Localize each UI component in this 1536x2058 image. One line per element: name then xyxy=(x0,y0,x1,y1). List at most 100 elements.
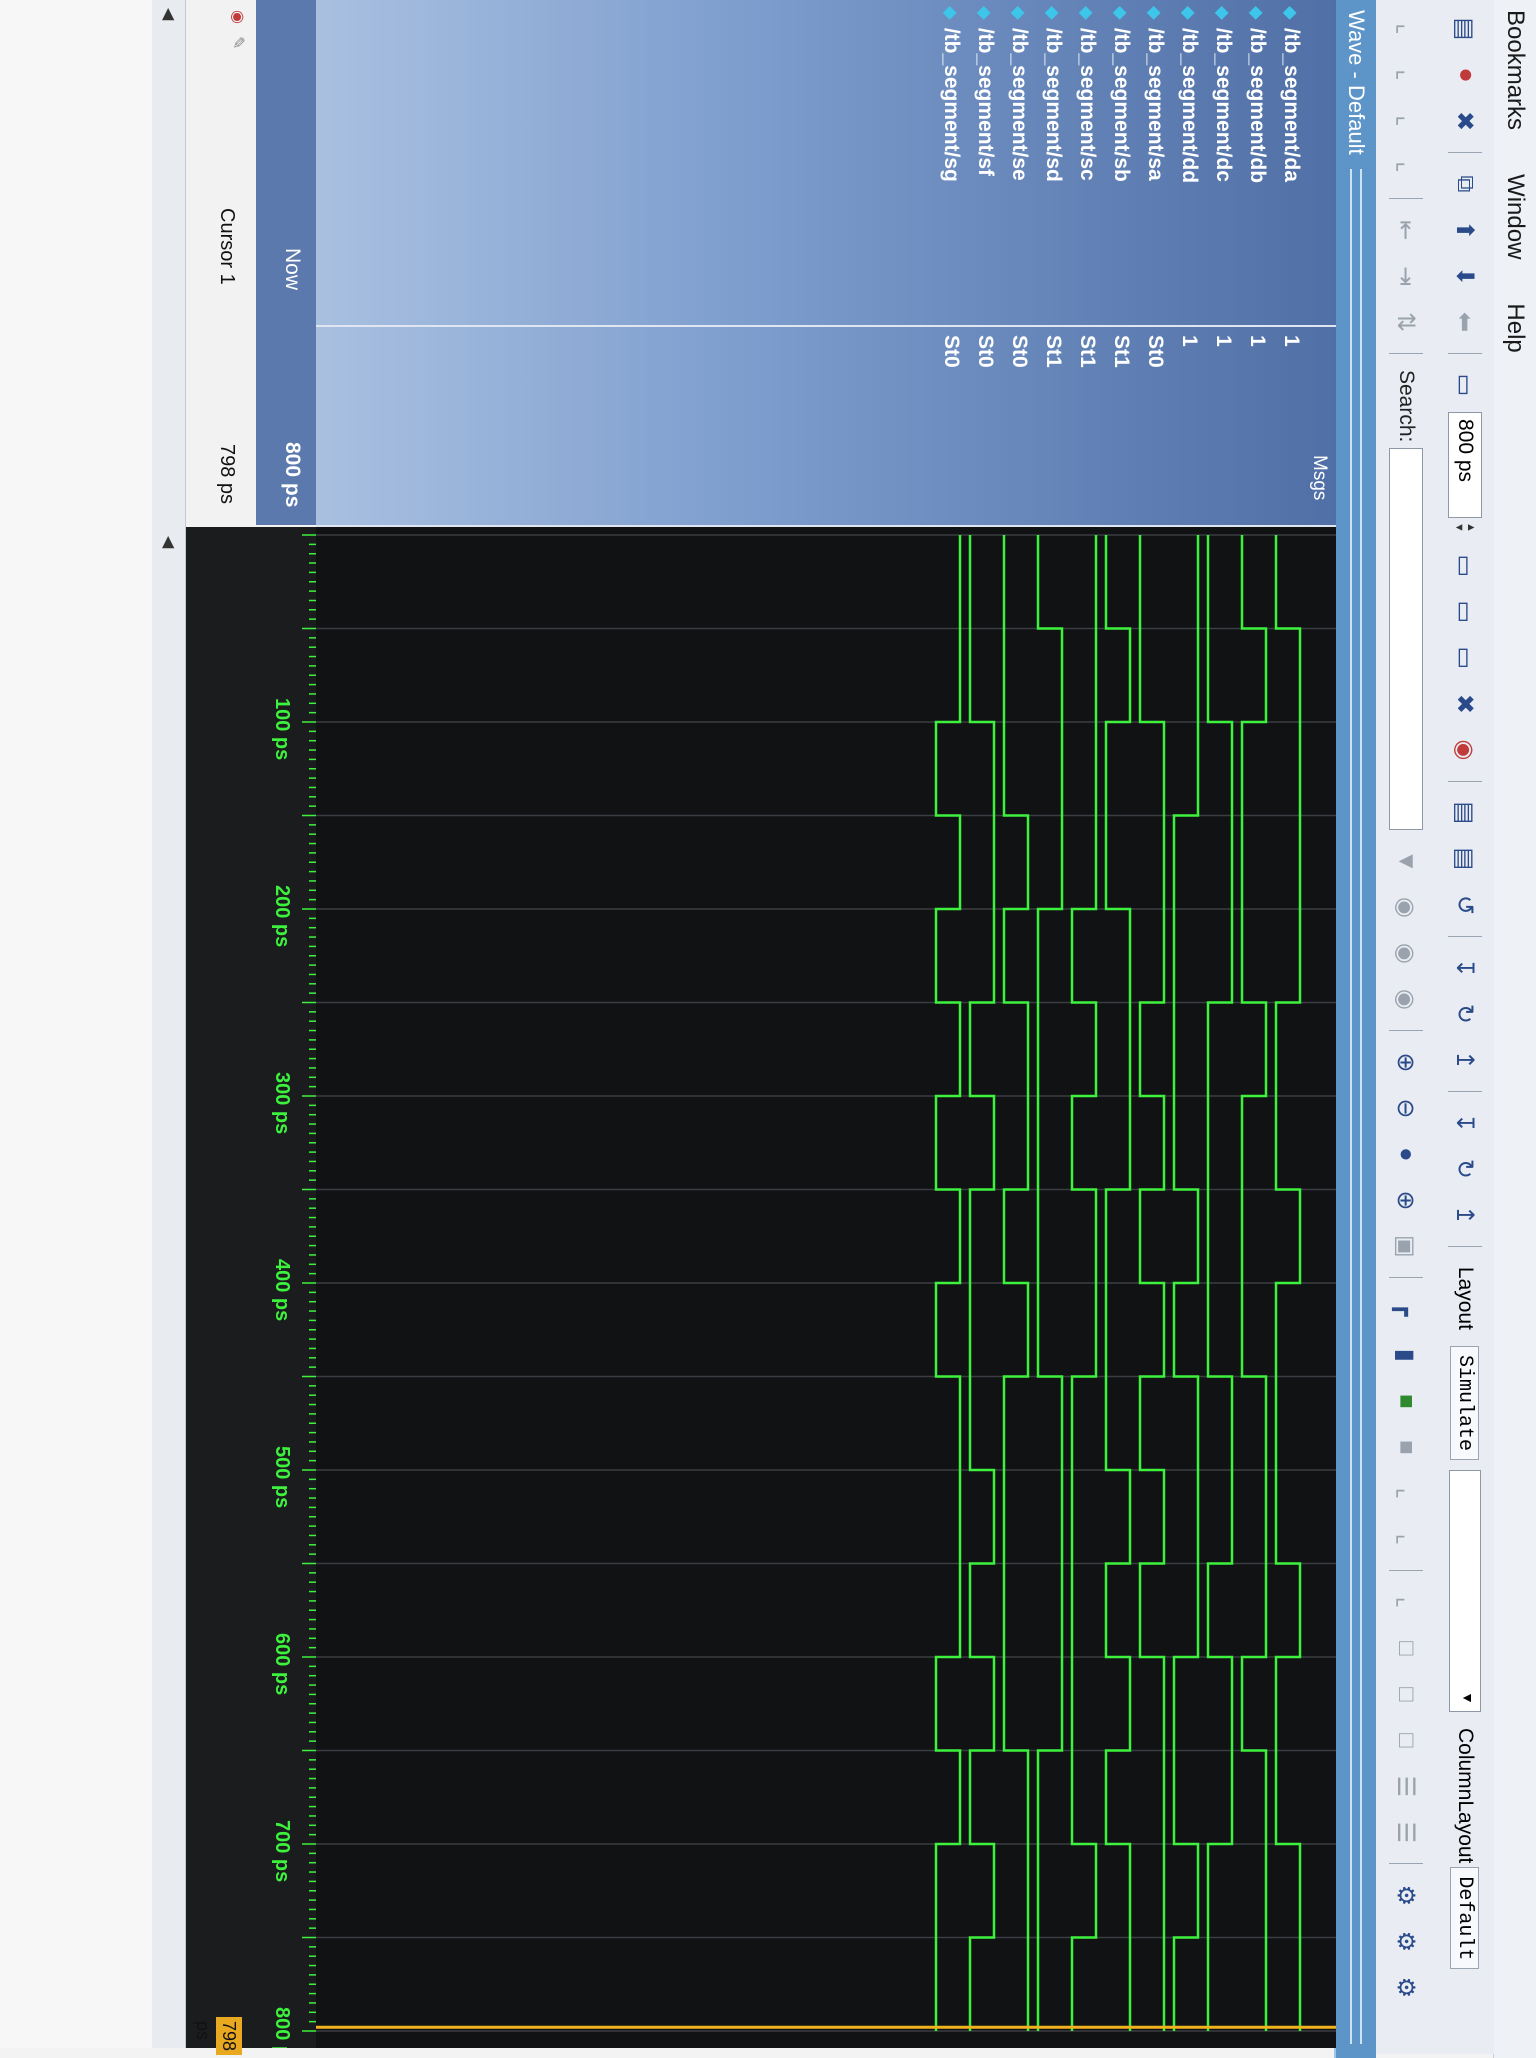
gear-icon[interactable]: ⚙ xyxy=(1389,1970,1423,2004)
wave-bus-icon[interactable]: ☰ xyxy=(1389,1815,1423,1849)
wave-window-title: Wave - Default xyxy=(1344,10,1369,155)
wave-format-icon[interactable]: ■ xyxy=(1389,1430,1423,1464)
monitor-bezel xyxy=(0,0,152,2048)
waveform-pane[interactable] xyxy=(316,527,1336,2048)
signal-row[interactable]: ◆ /tb_segment/sg xyxy=(936,6,966,182)
wave-edit-icon[interactable]: ⌞ xyxy=(1389,104,1423,138)
wave-edge-icon[interactable]: ⌞ xyxy=(1389,1585,1423,1619)
tab-simulate[interactable]: Simulate xyxy=(1450,1345,1480,1460)
signal-row[interactable]: ◆ /tb_segment/sa xyxy=(1140,6,1170,181)
menu-bar: Bookmarks Window Help xyxy=(1493,0,1536,2058)
signal-value: St0 xyxy=(1008,335,1031,368)
search-binoculars-icon[interactable]: ◉ xyxy=(1389,982,1423,1016)
signal-row[interactable]: ◆ /tb_segment/da xyxy=(1276,6,1306,182)
step-out-icon[interactable]: ↥ xyxy=(1448,1043,1482,1077)
wave-window-header[interactable]: Wave - Default xyxy=(1334,0,1376,2058)
wave-box-icon[interactable]: □ xyxy=(1389,1631,1423,1665)
gear-icon[interactable]: ⚙ xyxy=(1389,1878,1423,1912)
search-input[interactable] xyxy=(1389,448,1423,831)
delete-icon[interactable]: ✖ xyxy=(1448,104,1482,138)
run-icon[interactable]: ▭ xyxy=(1448,549,1482,583)
cursor-time-tag[interactable]: 798 ps xyxy=(193,2017,242,2056)
step-icon[interactable]: ▤ xyxy=(1448,796,1482,830)
wave-box-icon[interactable]: □ xyxy=(1389,1677,1423,1711)
signal-row[interactable]: ◆ /tb_segment/dc xyxy=(1208,6,1238,182)
arrow-up-icon[interactable]: ⬆ xyxy=(1448,213,1482,247)
horizontal-scrollbar[interactable]: ◀ ◀ xyxy=(151,0,186,2048)
window-grip[interactable] xyxy=(1350,168,1362,2044)
signal-row[interactable]: ◆ /tb_segment/sd xyxy=(1038,6,1068,182)
signal-names-pane: Msgs ◆ /tb_segment/da ◆ /tb_segment/db ◆ /t… xyxy=(316,0,1336,527)
zoom-in-icon[interactable]: ⊕ xyxy=(1389,1045,1423,1079)
time-ruler-pane[interactable]: 100 ps 200 ps 300 ps 400 ps 500 ps 600 ps 700 … xyxy=(186,527,316,2056)
scroll-left-icon[interactable]: ◀ xyxy=(159,8,179,20)
zoom-area-icon[interactable]: ▣ xyxy=(1389,1229,1423,1263)
toolbar-separator xyxy=(1448,353,1482,354)
search-binoculars-icon[interactable]: ◉ xyxy=(1389,890,1423,924)
find-next-icon[interactable]: ⇥ xyxy=(1389,259,1423,293)
signal-row[interactable]: ◆ /tb_segment/sf xyxy=(970,6,1000,176)
menu-window[interactable]: Window xyxy=(1501,174,1529,259)
signal-trace xyxy=(1172,535,1200,2031)
step-out-back-icon[interactable]: ↥ xyxy=(1448,1198,1482,1232)
arrow-down-icon[interactable]: ⬇ xyxy=(1448,259,1482,293)
menu-help[interactable]: Help xyxy=(1501,303,1529,352)
wave-edit-icon[interactable]: ⌞ xyxy=(1389,58,1423,92)
cursor-icon[interactable]: ┏ xyxy=(1389,1292,1423,1326)
wave-edge-icon[interactable]: ⌞ xyxy=(1389,1476,1423,1510)
tab-layout[interactable]: Layout xyxy=(1451,1259,1479,1338)
zoom-cursor-icon[interactable]: ⊕ xyxy=(1389,1183,1423,1217)
signal-row[interactable]: ◆ /tb_segment/dd xyxy=(1174,6,1204,183)
signal-trace xyxy=(1002,535,1030,2031)
run-time-input[interactable]: 800 ps xyxy=(1448,412,1482,518)
layout-dropdown[interactable] xyxy=(1449,1469,1481,1712)
search-dropdown-icon[interactable]: ▼ xyxy=(1389,844,1423,878)
pencil-icon[interactable]: ✎ xyxy=(228,36,248,49)
run-all-icon[interactable]: ▭ xyxy=(1448,641,1482,675)
wave-edit-icon[interactable]: ⌞ xyxy=(1389,12,1423,46)
wave-format-icon[interactable]: ■ xyxy=(1389,1384,1423,1418)
restart-icon[interactable]: ↺ xyxy=(1448,888,1482,922)
signal-row[interactable]: ◆ /tb_segment/sc xyxy=(1072,6,1102,181)
run-time-stepper[interactable]: ▲ ▼ xyxy=(1453,522,1477,533)
signal-diamond-icon: ◆ xyxy=(975,6,996,20)
arrow-back-icon[interactable]: ⬅ xyxy=(1448,305,1482,339)
wave-box-icon[interactable]: □ xyxy=(1389,1723,1423,1757)
signal-name: /tb_segment/sf xyxy=(974,27,997,177)
continue-icon[interactable]: ▭ xyxy=(1448,595,1482,629)
find-icon[interactable]: ⇅ xyxy=(1389,305,1423,339)
menu-bookmarks[interactable]: Bookmarks xyxy=(1501,10,1529,130)
step-over-back-icon[interactable]: ↻ xyxy=(1448,1152,1482,1186)
search-binoculars-icon[interactable]: ◉ xyxy=(1389,936,1423,970)
tab-default[interactable]: Default xyxy=(1450,1867,1480,1970)
wave-bus-icon[interactable]: ☰ xyxy=(1389,1769,1423,1803)
run-length-icon[interactable]: ▭ xyxy=(1448,368,1482,402)
step-over-icon[interactable]: ▤ xyxy=(1448,842,1482,876)
copy-icon[interactable]: ⧉ xyxy=(1448,167,1482,201)
signal-value: 1 xyxy=(1178,335,1201,347)
gear-icon[interactable]: ⚙ xyxy=(1389,1924,1423,1958)
zoom-out-icon[interactable]: ⊖ xyxy=(1389,1091,1423,1125)
waveform-canvas[interactable] xyxy=(316,527,1336,2048)
break-icon[interactable]: ⚫ xyxy=(1448,58,1482,92)
signal-row[interactable]: ◆ /tb_segment/sb xyxy=(1106,6,1136,182)
step-back-icon[interactable]: ↧ xyxy=(1448,1106,1482,1140)
lock-icon[interactable]: ◉ xyxy=(228,10,248,24)
scroll-left-icon[interactable]: ◀ xyxy=(159,536,179,548)
toolbar-separator xyxy=(1389,1570,1423,1572)
signal-row[interactable]: ◆ /tb_segment/se xyxy=(1004,6,1034,181)
break-sim-icon[interactable]: ✖ xyxy=(1448,687,1482,721)
wave-edit-icon[interactable]: ⌞ xyxy=(1389,150,1423,184)
wave-edge-icon[interactable]: ⌞ xyxy=(1389,1522,1423,1556)
signal-row[interactable]: ◆ /tb_segment/db xyxy=(1242,6,1272,183)
toolbar-separator xyxy=(1389,353,1423,354)
insert-icon[interactable]: ▤ xyxy=(1448,12,1482,46)
signal-value: 1 xyxy=(1280,335,1303,347)
find-prev-icon[interactable]: ⇤ xyxy=(1389,213,1423,247)
step-over-arrow-icon[interactable]: ↻ xyxy=(1448,997,1482,1031)
step-into-icon[interactable]: ↧ xyxy=(1448,951,1482,985)
insert-cursor-icon[interactable]: ▮ xyxy=(1389,1338,1423,1372)
stop-icon[interactable]: ◉ xyxy=(1448,733,1482,767)
signal-diamond-icon: ◆ xyxy=(1247,6,1268,20)
zoom-full-icon[interactable]: ● xyxy=(1389,1137,1423,1171)
